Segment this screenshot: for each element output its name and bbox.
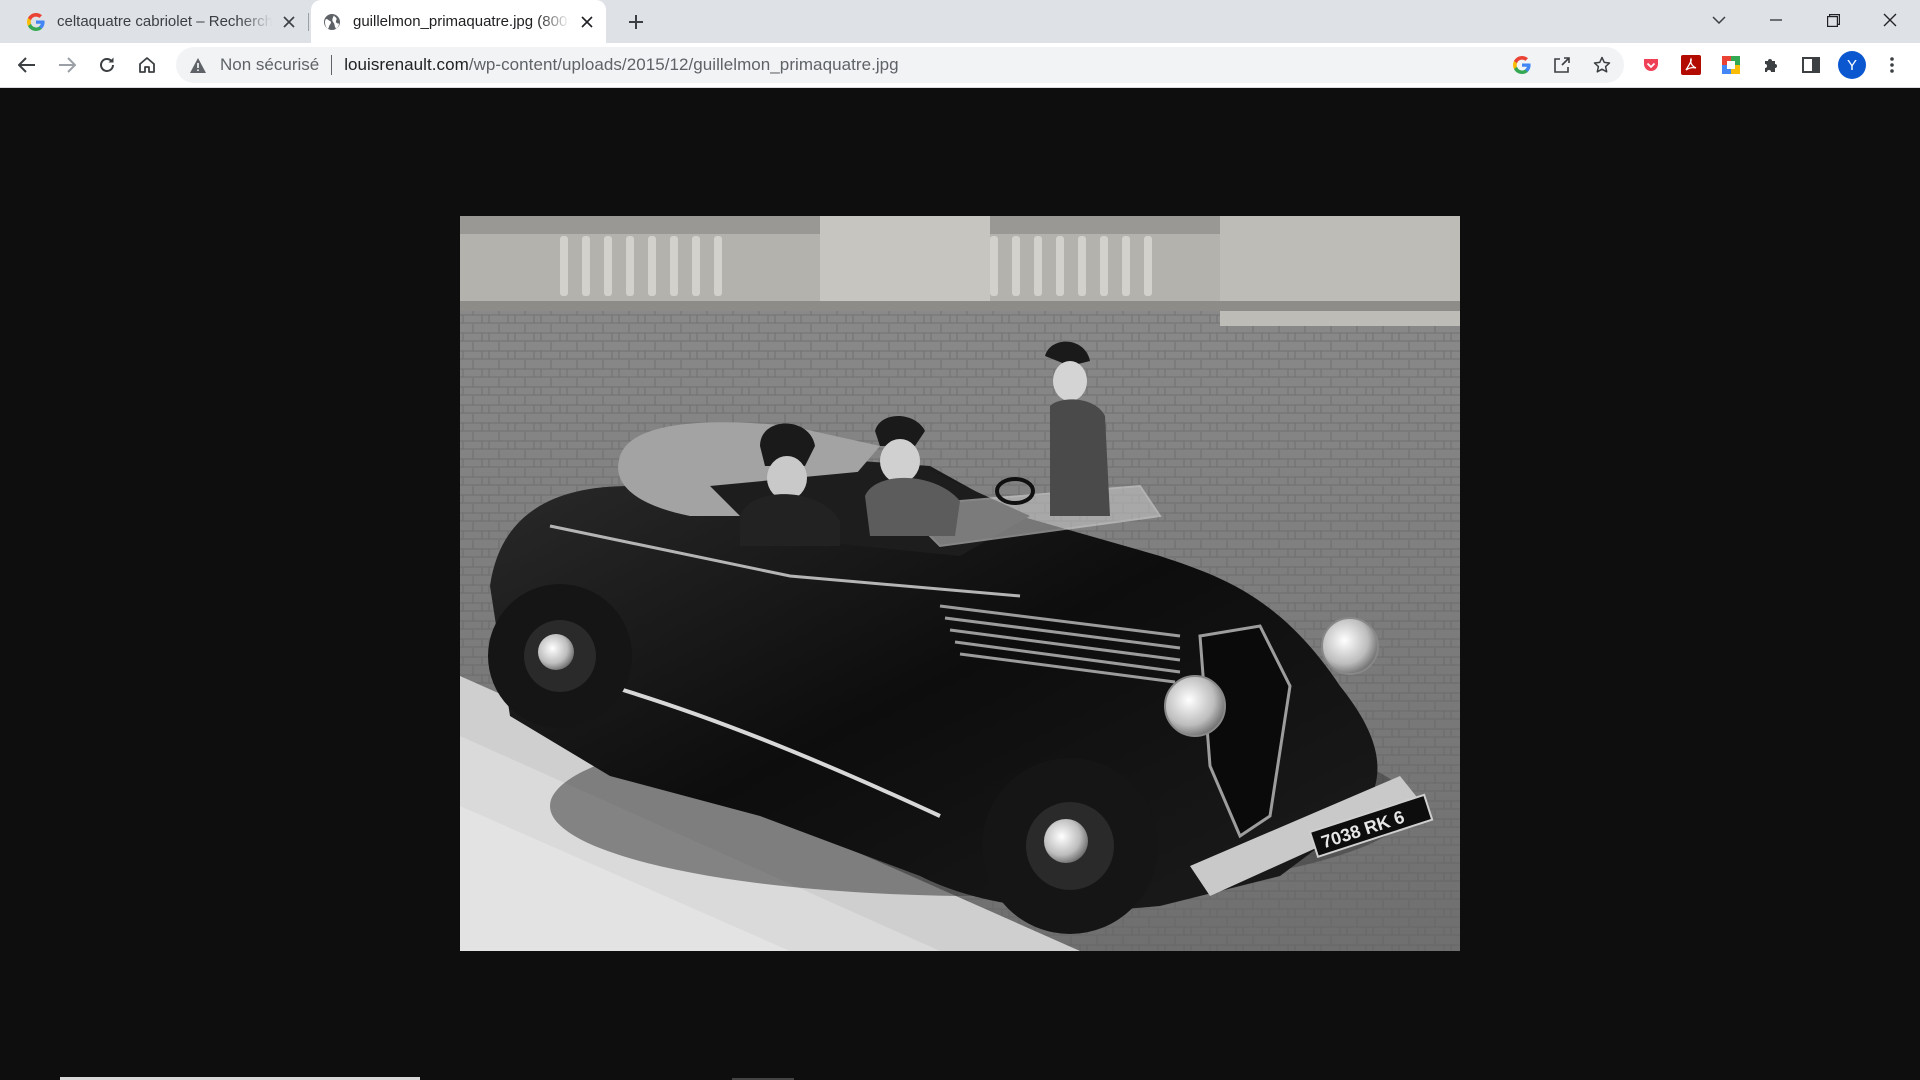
- security-label: Non sécurisé: [220, 55, 320, 74]
- bookmark-button[interactable]: [1586, 49, 1618, 81]
- url-path: /wp-content/uploads/2015/12/guillelmon_p…: [468, 55, 899, 74]
- close-window-button[interactable]: [1862, 0, 1918, 40]
- pocket-icon: [1644, 59, 1658, 71]
- home-button[interactable]: [131, 49, 163, 81]
- google-g-icon: [27, 12, 45, 31]
- side-panel-icon: [1802, 57, 1820, 73]
- restore-icon: [1826, 13, 1840, 27]
- plus-icon: [629, 15, 643, 29]
- more-vertical-icon: [1890, 57, 1894, 73]
- front-wheel: [982, 758, 1158, 934]
- site-security-button[interactable]: Non sécurisé: [176, 47, 319, 83]
- arrow-left-icon: [18, 57, 35, 73]
- extension-pdf-button[interactable]: [1675, 49, 1707, 81]
- reload-icon: [100, 57, 114, 72]
- url-host: louisrenault.com: [344, 55, 469, 74]
- restore-button[interactable]: [1805, 0, 1861, 40]
- warning-triangle-icon: [190, 57, 206, 73]
- close-tab-icon[interactable]: [574, 9, 600, 35]
- tab-strip: celtaquatre cabriolet – Recherche Google…: [0, 0, 1920, 43]
- tab-google-search[interactable]: celtaquatre cabriolet – Recherche Google: [15, 0, 309, 43]
- tab-image[interactable]: guillelmon_primaquatre.jpg (800×588): [311, 0, 606, 43]
- google-g-icon: [1513, 56, 1531, 74]
- share-button[interactable]: [1546, 49, 1578, 81]
- tab-search-button[interactable]: [1691, 0, 1747, 40]
- star-icon: [1593, 56, 1611, 73]
- google-lens-button[interactable]: [1506, 49, 1538, 81]
- arrow-right-icon: [59, 57, 76, 73]
- extensions-button[interactable]: [1755, 49, 1787, 81]
- close-tab-icon[interactable]: [276, 9, 302, 35]
- url-text[interactable]: louisrenault.com/wp-content/uploads/2015…: [344, 55, 898, 75]
- rear-wheel: [488, 584, 632, 728]
- pdf-icon: [1681, 55, 1701, 75]
- address-bar[interactable]: Non sécurisé louisrenault.com/wp-content…: [176, 47, 1624, 83]
- minimize-icon: [1770, 19, 1782, 21]
- colorful-extension-icon: [1722, 56, 1740, 74]
- new-tab-button[interactable]: [622, 8, 650, 36]
- side-panel-button[interactable]: [1795, 49, 1827, 81]
- profile-avatar[interactable]: Y: [1838, 51, 1866, 79]
- chevron-down-icon: [1712, 16, 1726, 24]
- close-icon: [1883, 13, 1897, 27]
- vintage-convertible-photo: 7038 RK 6: [460, 216, 1460, 951]
- forward-button[interactable]: [51, 49, 83, 81]
- browser-toolbar: Non sécurisé louisrenault.com/wp-content…: [0, 43, 1920, 88]
- globe-icon: [324, 13, 340, 30]
- divider: [331, 55, 333, 75]
- extension-pocket-button[interactable]: [1635, 49, 1667, 81]
- displayed-photo[interactable]: 7038 RK 6: [460, 216, 1460, 951]
- extension-translate-button[interactable]: [1715, 49, 1747, 81]
- home-icon: [139, 57, 155, 73]
- tab-title: guillelmon_primaquatre.jpg (800×588): [353, 13, 570, 30]
- reload-button[interactable]: [91, 49, 123, 81]
- tab-title: celtaquatre cabriolet – Recherche Google: [57, 13, 272, 30]
- menu-button[interactable]: [1876, 49, 1908, 81]
- share-icon: [1554, 57, 1570, 73]
- back-button[interactable]: [11, 49, 43, 81]
- minimize-button[interactable]: [1748, 0, 1804, 40]
- puzzle-icon: [1765, 59, 1777, 72]
